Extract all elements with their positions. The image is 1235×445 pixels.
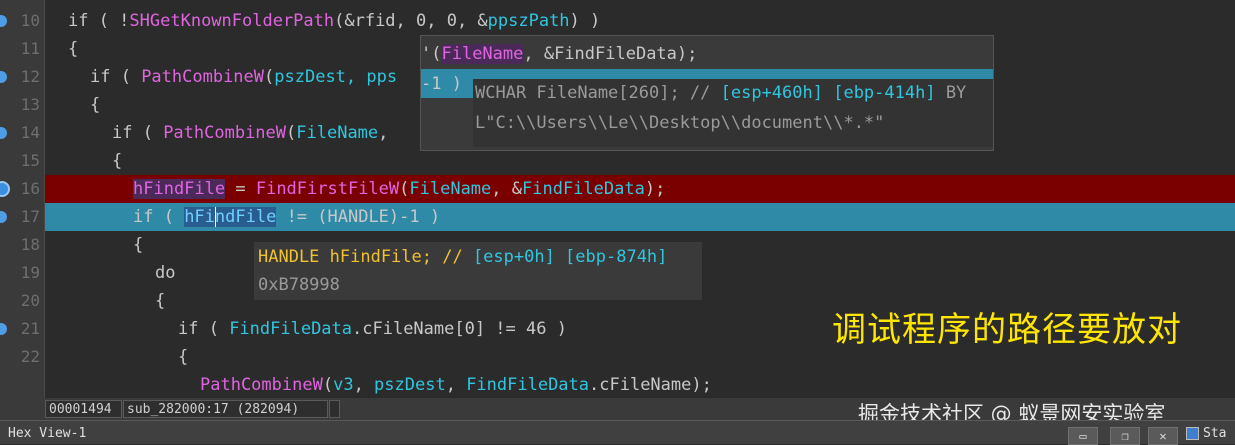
hfindfile-hover-tooltip: HANDLE hFindFile; // [esp+0h] [ebp-874h]… bbox=[254, 242, 702, 300]
variable-name[interactable]: ppszPath bbox=[488, 11, 570, 31]
status-empty-box bbox=[329, 400, 340, 418]
code-text: .cFileName); bbox=[589, 375, 712, 395]
code-text: ( bbox=[286, 123, 297, 143]
tooltip-current-line-band bbox=[421, 69, 993, 79]
code-text: ); bbox=[644, 179, 666, 199]
breakpoint-code-line[interactable]: hFindFile = FindFirstFileW(FileName, &Fi… bbox=[45, 175, 1235, 203]
function-name[interactable]: SHGetKnownFolderPath bbox=[129, 11, 334, 31]
variable-value: 0xB78998 bbox=[258, 275, 340, 295]
code-text: .cFileName[0] != 46 ) bbox=[352, 319, 567, 339]
code-line[interactable]: PathCombineW(v3, pszDest, FindFileData.c… bbox=[45, 371, 1235, 399]
code-text: { bbox=[90, 95, 101, 115]
variable-name[interactable]: FindFileData bbox=[229, 319, 352, 339]
tooltip-code-line: -1 ) bbox=[421, 70, 473, 98]
annotation-caption: 调试程序的路径要放对 bbox=[832, 310, 1182, 350]
variable-name[interactable]: v3 bbox=[333, 375, 353, 395]
code-text: do bbox=[155, 263, 176, 283]
code-text: , & bbox=[491, 179, 522, 199]
line-number[interactable]: 15 bbox=[0, 147, 44, 175]
variable-declaration: HANDLE hFindFile; // [esp+0h] [ebp-874h] bbox=[258, 247, 668, 267]
variable-name[interactable]: pszDest bbox=[274, 67, 346, 87]
variable-name[interactable]: FindFileData bbox=[466, 375, 589, 395]
code-text: { bbox=[68, 39, 79, 59]
status-square-icon bbox=[1186, 427, 1199, 440]
line-number[interactable]: 11 bbox=[0, 35, 44, 63]
code-text: if ( bbox=[133, 207, 185, 227]
restore-icon[interactable]: ❐ bbox=[1110, 427, 1140, 445]
code-text: ( bbox=[322, 375, 334, 395]
bottom-tab-bar: Hex View-1 ▭ ❐ ✕ Sta bbox=[0, 420, 1235, 445]
minimize-icon[interactable]: ▭ bbox=[1068, 427, 1098, 445]
code-text: { bbox=[178, 347, 189, 367]
variable-declaration: WCHAR FileName[260]; // [esp+460h] [ebp-… bbox=[475, 83, 967, 103]
variable-info-box: WCHAR FileName[260]; // [esp+460h] [ebp-… bbox=[473, 79, 993, 147]
line-number[interactable]: 20 bbox=[0, 287, 44, 315]
code-text: { bbox=[112, 151, 123, 171]
code-text: (&rfid, 0, 0, & bbox=[334, 11, 488, 31]
filename-hover-tooltip: '(FileName, &FindFileData); -1 ) WCHAR F… bbox=[420, 35, 994, 151]
line-number[interactable]: 19 bbox=[0, 259, 44, 287]
code-text: , pps bbox=[345, 67, 398, 87]
function-name[interactable]: PathCombineW bbox=[141, 67, 264, 87]
variable-name[interactable]: pszDest bbox=[374, 375, 446, 395]
code-text: ( bbox=[399, 179, 410, 199]
code-text: , bbox=[445, 375, 467, 395]
function-name[interactable]: FindFirstFileW bbox=[256, 179, 399, 199]
code-text: , bbox=[353, 375, 375, 395]
code-text: { bbox=[133, 235, 144, 255]
code-text: if ( bbox=[90, 67, 142, 87]
code-text: = bbox=[225, 179, 256, 199]
code-text: != (HANDLE)-1 ) bbox=[276, 207, 441, 227]
tooltip-code-line: '(FileName, &FindFileData); bbox=[421, 44, 698, 64]
code-text: ) ) bbox=[569, 11, 601, 31]
status-address: 00001494 bbox=[45, 400, 122, 418]
variable-name[interactable]: FileName bbox=[409, 179, 491, 199]
selected-variable[interactable]: hFindFile bbox=[184, 207, 277, 227]
code-line[interactable]: { bbox=[45, 147, 1235, 175]
line-number[interactable]: 22 bbox=[0, 343, 44, 371]
variable-name[interactable]: FindFileData bbox=[522, 179, 645, 199]
close-icon[interactable]: ✕ bbox=[1148, 427, 1178, 445]
status-indicator: Sta bbox=[1186, 426, 1226, 441]
current-code-line[interactable]: if ( hFindFile != (HANDLE)-1 ) bbox=[45, 203, 1235, 231]
code-text: { bbox=[155, 291, 166, 311]
variable-value: L"C:\\Users\\Le\\Desktop\\document\\*.*" bbox=[475, 113, 885, 133]
code-text: if ( ! bbox=[68, 11, 130, 31]
code-text: , bbox=[378, 123, 399, 143]
function-name[interactable]: PathCombineW bbox=[163, 123, 286, 143]
code-line[interactable]: if ( !SHGetKnownFolderPath(&rfid, 0, 0, … bbox=[45, 7, 1235, 35]
line-number[interactable]: 13 bbox=[0, 91, 44, 119]
tab-hex-view[interactable]: Hex View-1 bbox=[8, 426, 86, 441]
code-text: if ( bbox=[112, 123, 164, 143]
line-number[interactable]: 18 bbox=[0, 231, 44, 259]
code-text: ( bbox=[264, 67, 275, 87]
variable-name[interactable]: hFindFile bbox=[133, 179, 226, 199]
status-location: sub_282000:17 (282094) bbox=[123, 400, 328, 418]
function-name[interactable]: PathCombineW bbox=[200, 375, 323, 395]
variable-name[interactable]: FileName bbox=[296, 123, 378, 143]
code-text: if ( bbox=[178, 319, 230, 339]
